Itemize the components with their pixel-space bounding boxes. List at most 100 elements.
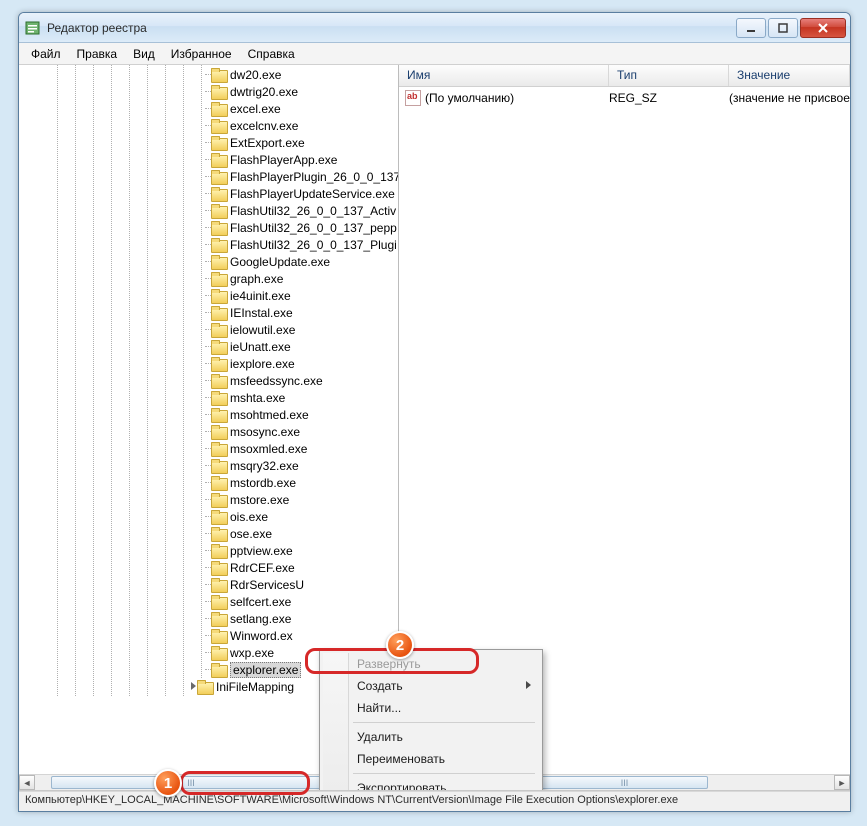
tree-item-label: FlashPlayerApp.exe bbox=[230, 153, 337, 167]
tree-item-label: ose.exe bbox=[230, 527, 272, 541]
ctx-expand[interactable]: Развернуть bbox=[323, 653, 539, 675]
tree-item[interactable]: ie4uinit.exe bbox=[19, 287, 398, 304]
value-name: (По умолчанию) bbox=[425, 91, 609, 105]
folder-icon bbox=[211, 493, 227, 507]
value-type: REG_SZ bbox=[609, 91, 729, 105]
folder-icon bbox=[211, 391, 227, 405]
tree-item[interactable]: dw20.exe bbox=[19, 66, 398, 83]
tree-item[interactable]: FlashUtil32_26_0_0_137_pepp bbox=[19, 219, 398, 236]
tree-item-label: FlashUtil32_26_0_0_137_Activ bbox=[230, 204, 396, 218]
menu-edit[interactable]: Правка bbox=[69, 44, 126, 64]
tree-item-label: mstore.exe bbox=[230, 493, 289, 507]
menu-favorites[interactable]: Избранное bbox=[163, 44, 240, 64]
menu-help[interactable]: Справка bbox=[240, 44, 303, 64]
scroll-thumb[interactable]: III bbox=[51, 776, 331, 789]
scroll-left-icon[interactable]: ◄ bbox=[19, 775, 35, 790]
tree-item-label: IEInstal.exe bbox=[230, 306, 293, 320]
folder-icon bbox=[211, 119, 227, 133]
tree-item-label: IniFileMapping bbox=[216, 680, 294, 694]
tree-item[interactable]: ExtExport.exe bbox=[19, 134, 398, 151]
tree-item[interactable]: msosync.exe bbox=[19, 423, 398, 440]
tree-item[interactable]: FlashPlayerApp.exe bbox=[19, 151, 398, 168]
folder-icon bbox=[211, 102, 227, 116]
folder-icon bbox=[211, 629, 227, 643]
main-area: dw20.exedwtrig20.exe excel.exe excelcnv.ex… bbox=[19, 65, 850, 791]
tree-item[interactable]: ois.exe bbox=[19, 508, 398, 525]
tree-item[interactable]: iexplore.exe bbox=[19, 355, 398, 372]
folder-icon bbox=[211, 612, 227, 626]
tree-item[interactable]: ose.exe bbox=[19, 525, 398, 542]
column-type[interactable]: Тип bbox=[609, 65, 729, 86]
registry-tree[interactable]: dw20.exedwtrig20.exe excel.exe excelcnv.ex… bbox=[19, 65, 398, 696]
menu-file[interactable]: Файл bbox=[23, 44, 69, 64]
tree-item[interactable]: msoxmled.exe bbox=[19, 440, 398, 457]
tree-item[interactable]: mstore.exe bbox=[19, 491, 398, 508]
folder-icon bbox=[197, 680, 213, 694]
folder-icon bbox=[211, 374, 227, 388]
tree-item[interactable]: ieUnatt.exe bbox=[19, 338, 398, 355]
expand-arrow-icon[interactable] bbox=[191, 682, 196, 690]
tree-item-label: FlashPlayerUpdateService.exe bbox=[230, 187, 395, 201]
tree-item-label: graph.exe bbox=[230, 272, 283, 286]
tree-item[interactable]: excelcnv.exe bbox=[19, 117, 398, 134]
tree-item-label: setlang.exe bbox=[230, 612, 291, 626]
tree-item[interactable]: IEInstal.exe bbox=[19, 304, 398, 321]
tree-item[interactable]: dwtrig20.exe bbox=[19, 83, 398, 100]
menu-view[interactable]: Вид bbox=[125, 44, 163, 64]
tree-item-label: GoogleUpdate.exe bbox=[230, 255, 330, 269]
ctx-find[interactable]: Найти... bbox=[323, 697, 539, 719]
tree-item-label: selfcert.exe bbox=[230, 595, 291, 609]
folder-icon bbox=[211, 238, 227, 252]
titlebar: Редактор реестра bbox=[19, 13, 850, 43]
tree-item[interactable]: GoogleUpdate.exe bbox=[19, 253, 398, 270]
tree-item[interactable]: msohtmed.exe bbox=[19, 406, 398, 423]
tree-item[interactable]: Winword.ex bbox=[19, 627, 398, 644]
folder-icon bbox=[211, 255, 227, 269]
value-data: (значение не присвоен bbox=[729, 91, 850, 105]
tree-item[interactable]: pptview.exe bbox=[19, 542, 398, 559]
tree-item[interactable]: mstordb.exe bbox=[19, 474, 398, 491]
tree-item[interactable]: RdrServicesU bbox=[19, 576, 398, 593]
tree-item[interactable]: graph.exe bbox=[19, 270, 398, 287]
tree-item[interactable]: mshta.exe bbox=[19, 389, 398, 406]
tree-item-label: ExtExport.exe bbox=[230, 136, 305, 150]
value-row[interactable]: (По умолчанию) REG_SZ (значение не присв… bbox=[399, 89, 850, 107]
tree-item-label: pptview.exe bbox=[230, 544, 293, 558]
tree-item-label: FlashUtil32_26_0_0_137_pepp bbox=[230, 221, 397, 235]
values-list[interactable]: (По умолчанию) REG_SZ (значение не присв… bbox=[399, 87, 850, 109]
tree-item-label: excelcnv.exe bbox=[230, 119, 298, 133]
folder-icon bbox=[211, 527, 227, 541]
ctx-rename[interactable]: Переименовать bbox=[323, 748, 539, 770]
tree-item-label: excel.exe bbox=[230, 102, 281, 116]
tree-item-label: ieUnatt.exe bbox=[230, 340, 291, 354]
folder-icon bbox=[211, 408, 227, 422]
tree-item[interactable]: FlashPlayerPlugin_26_0_0_137 bbox=[19, 168, 398, 185]
tree-item[interactable]: FlashPlayerUpdateService.exe bbox=[19, 185, 398, 202]
tree-item-label: FlashUtil32_26_0_0_137_Plugi bbox=[230, 238, 397, 252]
column-value[interactable]: Значение bbox=[729, 65, 850, 86]
maximize-button[interactable] bbox=[768, 18, 798, 38]
window-controls bbox=[736, 18, 846, 38]
tree-item[interactable]: FlashUtil32_26_0_0_137_Plugi bbox=[19, 236, 398, 253]
ctx-delete[interactable]: Удалить bbox=[323, 726, 539, 748]
tree-item[interactable]: RdrCEF.exe bbox=[19, 559, 398, 576]
tree-item[interactable]: ielowutil.exe bbox=[19, 321, 398, 338]
tree-item[interactable]: setlang.exe bbox=[19, 610, 398, 627]
tree-item-label: msoxmled.exe bbox=[230, 442, 307, 456]
tree-item-label: wxp.exe bbox=[230, 646, 274, 660]
tree-item[interactable]: msqry32.exe bbox=[19, 457, 398, 474]
ctx-create[interactable]: Создать bbox=[323, 675, 539, 697]
minimize-button[interactable] bbox=[736, 18, 766, 38]
scroll-thumb[interactable]: III bbox=[541, 776, 709, 789]
tree-item[interactable]: selfcert.exe bbox=[19, 593, 398, 610]
scroll-right-icon[interactable]: ► bbox=[834, 775, 850, 790]
folder-icon bbox=[211, 153, 227, 167]
folder-icon bbox=[211, 544, 227, 558]
tree-item[interactable]: msfeedssync.exe bbox=[19, 372, 398, 389]
ctx-export[interactable]: Экспортировать bbox=[323, 777, 539, 791]
column-name[interactable]: Имя bbox=[399, 65, 609, 86]
folder-icon bbox=[211, 221, 227, 235]
tree-item[interactable]: excel.exe bbox=[19, 100, 398, 117]
tree-item[interactable]: FlashUtil32_26_0_0_137_Activ bbox=[19, 202, 398, 219]
close-button[interactable] bbox=[800, 18, 846, 38]
